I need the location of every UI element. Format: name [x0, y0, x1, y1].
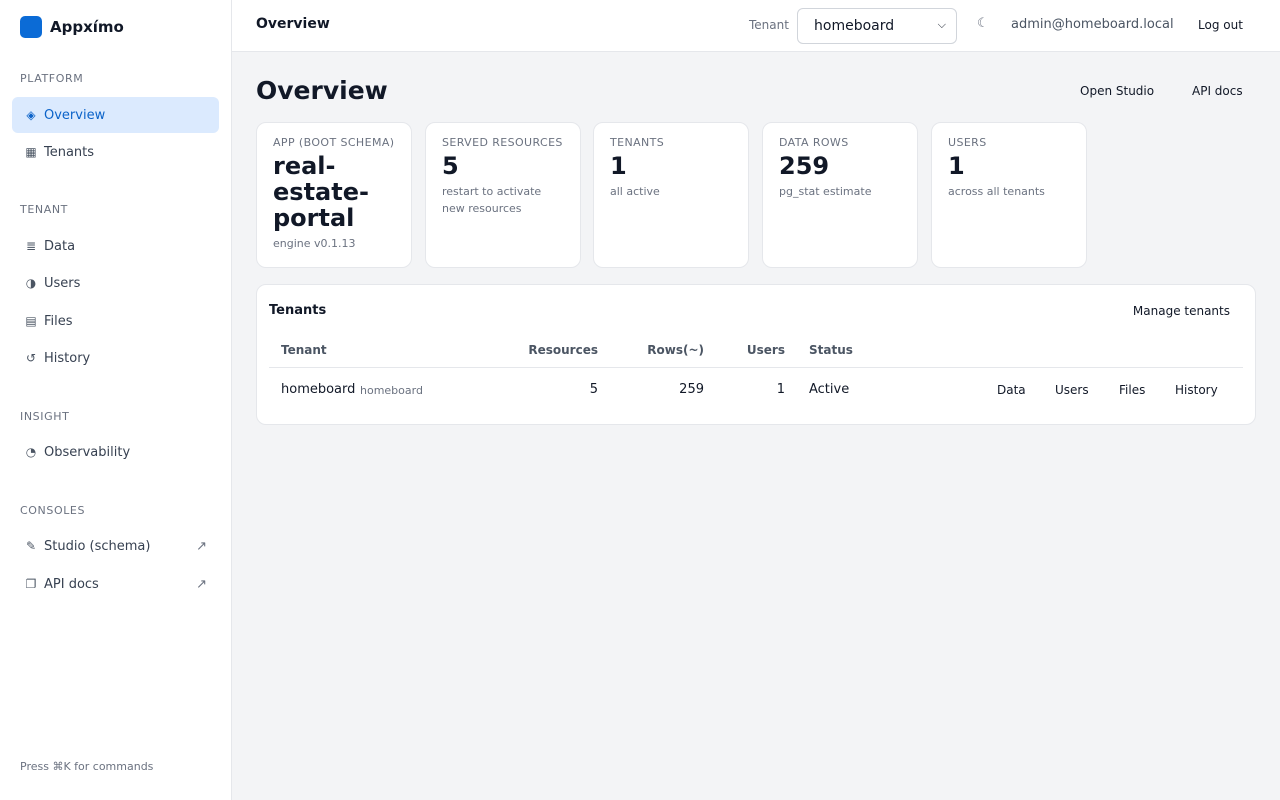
tenants-panel: Tenants Manage tenants Tenant Resources … — [256, 284, 1256, 425]
column-header-tenant: Tenant — [281, 343, 327, 357]
brand-name: Appxímo — [50, 18, 124, 36]
chevron-down-icon: ⌵ — [937, 18, 946, 31]
card-value: 5 — [442, 152, 459, 180]
sidebar-item-label: Users — [44, 275, 81, 291]
half-circle-icon: ◑ — [25, 276, 37, 290]
tenant-users: 1 — [776, 382, 785, 397]
card-label: USERS — [948, 136, 987, 149]
copy-icon: ❐ — [25, 577, 37, 591]
card-value: real-estate-portal — [273, 152, 369, 232]
user-email: admin@homeboard.local — [1011, 17, 1174, 32]
row-link-users[interactable]: Users — [1055, 383, 1089, 397]
api-docs-button[interactable]: API docs — [1192, 84, 1243, 98]
sidebar-item-label: Tenants — [44, 144, 95, 160]
sidebar-item-label: Files — [44, 313, 73, 329]
card-sub: across all tenants — [948, 185, 1045, 198]
row-link-data[interactable]: Data — [997, 383, 1026, 397]
card-value: 1 — [610, 152, 627, 180]
history-icon: ↺ — [25, 351, 37, 365]
sidebar-item-api-docs[interactable]: ❐ API docs ↗ — [12, 566, 219, 602]
page-title: Overview — [256, 76, 388, 105]
section-label-insight: INSIGHT — [20, 410, 70, 423]
column-header-rows: Rows(~) — [647, 343, 704, 357]
tenant-rows: 259 — [679, 382, 704, 397]
pie-icon: ◔ — [25, 445, 37, 459]
tenant-select-value: homeboard — [814, 18, 895, 34]
sidebar-item-data[interactable]: ≣ Data — [12, 228, 219, 264]
card-sub: all active — [610, 185, 660, 198]
list-icon: ≣ — [25, 239, 37, 253]
sidebar: Appxímo PLATFORM ◈ Overview ▦ Tenants TE… — [0, 0, 232, 800]
section-label-platform: PLATFORM — [20, 72, 84, 85]
card-sub: restart to activate new resources — [442, 185, 542, 215]
tenant-select[interactable]: homeboard ⌵ — [797, 8, 957, 44]
card-label: SERVED RESOURCES — [442, 136, 563, 149]
logout-button[interactable]: Log out — [1198, 18, 1243, 32]
diamond-icon: ◈ — [26, 108, 36, 122]
sidebar-item-label: Studio (schema) — [44, 538, 151, 554]
sidebar-item-studio[interactable]: ✎ Studio (schema) ↗ — [12, 528, 219, 564]
row-link-files[interactable]: Files — [1119, 383, 1145, 397]
file-icon: ▤ — [25, 314, 37, 328]
stat-card-users: USERS 1 across all tenants — [931, 122, 1087, 268]
stat-card-tenants: TENANTS 1 all active — [593, 122, 749, 268]
tenant-label: Tenant — [749, 18, 789, 32]
panel-title: Tenants — [269, 303, 327, 318]
card-value: 259 — [779, 152, 830, 180]
card-label: APP (BOOT SCHEMA) — [273, 136, 395, 149]
sidebar-item-label: History — [44, 350, 91, 366]
section-label-consoles: CONSOLES — [20, 504, 86, 517]
column-header-users: Users — [746, 343, 785, 357]
external-link-icon: ↗ — [196, 576, 207, 592]
external-link-icon: ↗ — [196, 538, 207, 554]
pencil-icon: ✎ — [25, 539, 37, 553]
column-header-status: Status — [809, 343, 853, 357]
status-badge: Active — [809, 382, 850, 397]
column-header-resources: Resources — [528, 343, 598, 357]
topbar-title: Overview — [256, 16, 330, 32]
tenant-resources: 5 — [589, 382, 598, 397]
sidebar-item-overview[interactable]: ◈ Overview — [12, 97, 219, 133]
sidebar-item-label: Observability — [44, 444, 131, 460]
brand[interactable]: Appxímo — [20, 16, 124, 38]
sidebar-item-label: Data — [44, 238, 76, 254]
card-sub: pg_stat estimate — [779, 185, 872, 198]
tenant-slug: homeboard — [360, 384, 423, 397]
stat-card-app: APP (BOOT SCHEMA) real-estate-portal eng… — [256, 122, 412, 268]
theme-toggle-icon[interactable]: ☾ — [977, 16, 989, 31]
stat-card-data-rows: DATA ROWS 259 pg_stat estimate — [762, 122, 918, 268]
card-label: TENANTS — [610, 136, 665, 149]
tenant-name: homeboard — [281, 382, 356, 397]
command-hint: Press ⌘K for commands — [20, 760, 154, 773]
sidebar-item-tenants[interactable]: ▦ Tenants — [12, 134, 219, 170]
section-label-tenant: TENANT — [20, 203, 68, 216]
topbar: Overview Tenant homeboard ⌵ ☾ admin@home… — [232, 0, 1280, 52]
row-link-history[interactable]: History — [1175, 383, 1218, 397]
grid-icon: ▦ — [25, 145, 37, 159]
stat-card-resources: SERVED RESOURCES 5 restart to activate n… — [425, 122, 581, 268]
sidebar-item-users[interactable]: ◑ Users — [12, 265, 219, 301]
sidebar-item-files[interactable]: ▤ Files — [12, 303, 219, 339]
sidebar-item-label: Overview — [44, 107, 106, 123]
open-studio-button[interactable]: Open Studio — [1080, 84, 1154, 98]
card-sub: engine v0.1.13 — [273, 237, 356, 250]
table-divider — [269, 367, 1243, 368]
brand-logo — [20, 16, 42, 38]
manage-tenants-button[interactable]: Manage tenants — [1133, 304, 1230, 318]
sidebar-item-observability[interactable]: ◔ Observability — [12, 434, 219, 470]
sidebar-item-label: API docs — [44, 576, 99, 592]
card-value: 1 — [948, 152, 965, 180]
sidebar-item-history[interactable]: ↺ History — [12, 340, 219, 376]
card-label: DATA ROWS — [779, 136, 849, 149]
